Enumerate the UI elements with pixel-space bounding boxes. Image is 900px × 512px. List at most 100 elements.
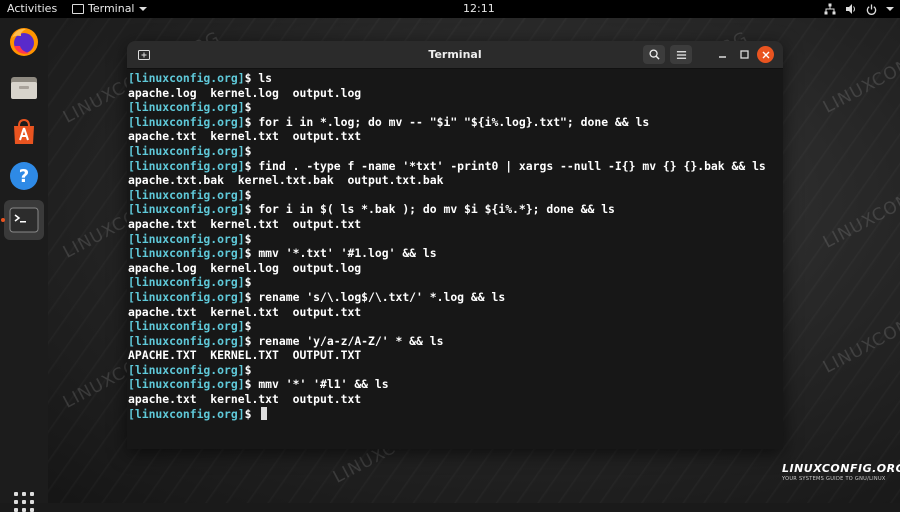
prompt-dollar: $: [244, 187, 259, 202]
minimize-button[interactable]: [711, 45, 733, 64]
terminal-output-line: apache.txt kernel.txt output.txt: [128, 305, 783, 320]
terminal-command-line: [linuxconfig.org]$ for i in *.log; do mv…: [128, 115, 783, 130]
output-text: apache.txt kernel.txt output.txt: [128, 216, 362, 231]
system-tray[interactable]: [824, 0, 894, 18]
prompt-dollar: $: [244, 71, 259, 85]
prompt-dollar: $: [244, 275, 259, 290]
terminal-output-line: apache.log kernel.log output.log: [128, 261, 783, 276]
shell-prompt: [linuxconfig.org]: [128, 362, 245, 377]
terminal-command-line: [linuxconfig.org]$: [128, 363, 783, 378]
app-menu-label: Terminal: [88, 2, 135, 15]
terminal-output-line: apache.txt kernel.txt output.txt: [128, 217, 783, 232]
command-text: find . -type f -name '*txt' -print0 | xa…: [258, 158, 766, 173]
output-text: apache.txt kernel.txt output.txt: [128, 304, 362, 319]
title-bar[interactable]: Terminal: [127, 41, 783, 69]
close-button[interactable]: [757, 46, 774, 63]
command-text: rename 's/\.log$/\.txt/' *.log && ls: [258, 289, 506, 304]
terminal-command-line: [linuxconfig.org]$: [128, 319, 783, 334]
search-icon: [648, 49, 660, 60]
prompt-dollar: $: [244, 319, 259, 334]
dock-item-terminal[interactable]: [1, 200, 44, 240]
dock-item-help[interactable]: ?: [4, 156, 44, 196]
shell-prompt: [linuxconfig.org]: [128, 246, 245, 261]
command-text: rename 'y/a-z/A-Z/' * && ls: [258, 333, 444, 348]
terminal-command-line: [linuxconfig.org]$ find . -type f -name …: [128, 159, 783, 174]
terminal-command-line: [linuxconfig.org]$ rename 'y/a-z/A-Z/' *…: [128, 334, 783, 349]
command-text: ls: [258, 71, 273, 85]
terminal-output-line: apache.log kernel.log output.log: [128, 86, 783, 101]
terminal-command-line: [linuxconfig.org]$: [128, 144, 783, 159]
shell-prompt: [linuxconfig.org]: [128, 114, 245, 129]
logo-tagline: YOUR SYSTEMS GUIDE TO GNU/LINUX: [782, 476, 886, 482]
shell-prompt: [linuxconfig.org]: [128, 71, 245, 85]
hamburger-menu-icon: [676, 50, 686, 59]
app-menu[interactable]: Terminal: [72, 0, 147, 18]
terminal-output-line: APACHE.TXT KERNEL.TXT OUTPUT.TXT: [128, 348, 783, 363]
maximize-icon: [739, 50, 749, 59]
terminal-command-line: [linuxconfig.org]$: [128, 232, 783, 247]
terminal-output-line: apache.txt.bak kernel.txt.bak output.txt…: [128, 173, 783, 188]
help-icon: ?: [10, 162, 38, 190]
minimize-icon: [718, 56, 726, 58]
command-text: mmv '*.txt' '#1.log' && ls: [258, 246, 437, 261]
command-text: for i in *.log; do mv -- "$i" "${i%.log}…: [258, 114, 650, 129]
shell-prompt: [linuxconfig.org]: [128, 158, 245, 173]
volume-icon[interactable]: [845, 3, 857, 15]
prompt-dollar: $: [244, 406, 259, 421]
prompt-dollar: $: [244, 143, 259, 158]
terminal-command-line: [linuxconfig.org]$ mmv '*' '#l1' && ls: [128, 377, 783, 392]
dock: ?: [0, 18, 48, 512]
prompt-dollar: $: [244, 333, 259, 348]
shell-prompt: [linuxconfig.org]: [128, 275, 245, 290]
prompt-dollar: $: [244, 231, 259, 246]
terminal-command-line: [linuxconfig.org]$: [128, 275, 783, 290]
shell-prompt: [linuxconfig.org]: [128, 319, 245, 334]
terminal-icon: [72, 4, 84, 14]
chevron-down-icon[interactable]: [886, 6, 894, 12]
prompt-dollar: $: [244, 100, 259, 115]
output-text: apache.log kernel.log output.log: [128, 85, 362, 100]
text-cursor[interactable]: [261, 406, 268, 420]
chevron-down-icon: [138, 7, 147, 11]
clock[interactable]: 12:11: [463, 0, 495, 18]
dock-item-software[interactable]: [4, 112, 44, 152]
terminal-command-line: [linuxconfig.org]$ mmv '*.txt' '#1.log' …: [128, 246, 783, 261]
svg-text:?: ?: [19, 166, 29, 187]
menu-button[interactable]: [670, 45, 692, 64]
maximize-button[interactable]: [733, 45, 755, 64]
command-text: mmv '*' '#l1' && ls: [258, 377, 389, 392]
shell-prompt: [linuxconfig.org]: [128, 333, 245, 348]
dock-item-firefox[interactable]: [4, 22, 44, 62]
logo-text: LINUXCONFIG.ORG: [782, 462, 900, 475]
terminal-command-line: [linuxconfig.org]$ ls: [128, 71, 783, 86]
show-applications-icon[interactable]: [14, 492, 34, 512]
dock-item-files[interactable]: [4, 68, 44, 108]
linuxconfig-logo: LINUXCONFIG.ORG YOUR SYSTEMS GUIDE TO GN…: [782, 462, 900, 490]
terminal-command-line: [linuxconfig.org]$: [128, 100, 783, 115]
prompt-dollar: $: [244, 158, 259, 173]
terminal-output-line: apache.txt kernel.txt output.txt: [128, 129, 783, 144]
terminal-command-line: [linuxconfig.org]$ for i in $( ls *.bak …: [128, 202, 783, 217]
prompt-dollar: $: [244, 246, 259, 261]
prompt-dollar: $: [244, 377, 259, 392]
command-text: for i in $( ls *.bak ); do mv $i ${i%.*}…: [258, 202, 615, 217]
search-button[interactable]: [643, 45, 665, 64]
prompt-dollar: $: [244, 289, 259, 304]
terminal-icon: [9, 207, 39, 233]
shell-prompt: [linuxconfig.org]: [128, 187, 245, 202]
files-icon: [11, 77, 37, 99]
prompt-dollar: $: [244, 114, 259, 129]
terminal-output[interactable]: [linuxconfig.org]$ ls apache.log kernel.l…: [127, 69, 783, 449]
network-icon[interactable]: [824, 3, 836, 15]
prompt-dollar: $: [244, 202, 259, 217]
output-text: APACHE.TXT KERNEL.TXT OUTPUT.TXT: [128, 348, 362, 363]
terminal-window[interactable]: Terminal [linuxconfig.org]$ ls apache.log…: [127, 41, 783, 449]
terminal-command-line: [linuxconfig.org]$ rename 's/\.log$/\.tx…: [128, 290, 783, 305]
running-indicator: [1, 218, 5, 222]
shell-prompt: [linuxconfig.org]: [128, 143, 245, 158]
shell-prompt: [linuxconfig.org]: [128, 377, 245, 392]
software-icon: [14, 118, 34, 144]
activities-button[interactable]: Activities: [7, 0, 57, 18]
power-icon[interactable]: [866, 3, 877, 15]
shell-prompt: [linuxconfig.org]: [128, 202, 245, 217]
